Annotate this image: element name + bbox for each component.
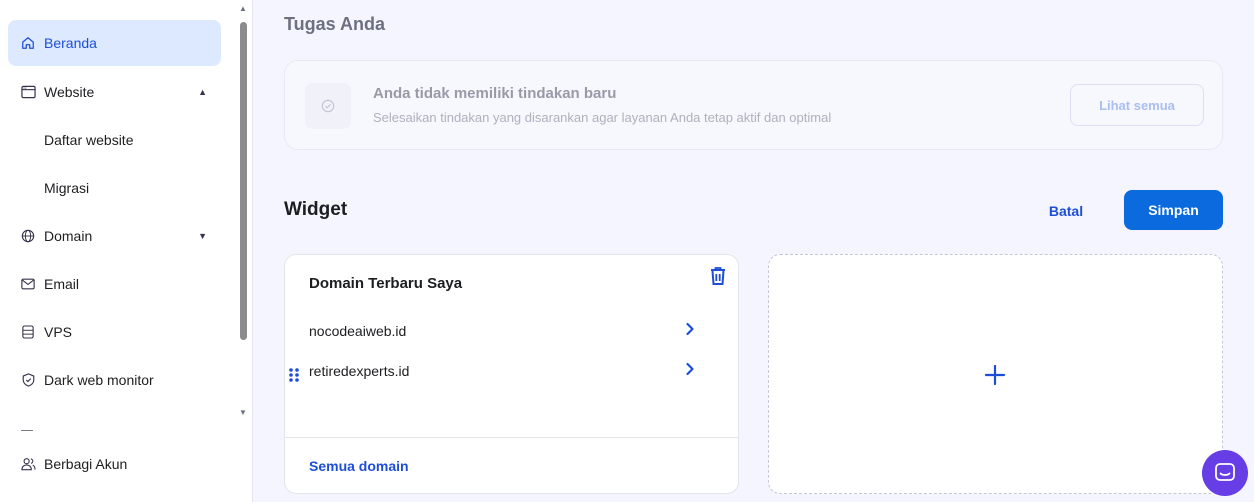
sidebar-item-label: Website: [44, 84, 95, 100]
sidebar-item-beranda[interactable]: Beranda: [8, 20, 221, 66]
sidebar-item-daftar-website[interactable]: Daftar website: [8, 117, 221, 163]
widget-title: Domain Terbaru Saya: [309, 275, 463, 292]
sidebar-scrollbar[interactable]: ▲ ▼: [236, 0, 250, 430]
home-icon: [20, 35, 36, 51]
tasks-empty-card: Anda tidak memiliki tindakan baru Selesa…: [284, 60, 1223, 150]
shield-icon: [20, 372, 36, 388]
domain-name: retiredexperts.id: [309, 363, 410, 379]
tasks-empty-subtitle: Selesaikan tindakan yang disarankan agar…: [373, 110, 832, 125]
chevron-right-icon: [685, 362, 699, 380]
tasks-empty-title: Anda tidak memiliki tindakan baru: [373, 85, 617, 102]
add-widget-slot[interactable]: [768, 254, 1223, 494]
caret-up-icon: ▲: [198, 87, 207, 97]
sidebar-item-email[interactable]: Email: [8, 261, 221, 307]
save-button[interactable]: Simpan: [1124, 190, 1223, 230]
sidebar-item-dark-web-monitor[interactable]: Dark web monitor: [8, 357, 221, 403]
sidebar-item-label: Migrasi: [44, 180, 90, 196]
sidebar-item-website[interactable]: Website ▲: [8, 69, 221, 115]
tasks-section-title: Tugas Anda: [284, 14, 386, 34]
sidebar-item-label: Beranda: [44, 35, 97, 51]
sidebar-item-berbagi-akun[interactable]: Berbagi Akun: [8, 441, 221, 487]
sidebar-item-label: VPS: [44, 324, 73, 340]
recent-domains-widget: Domain Terbaru Saya nocodeaiweb.id retir…: [284, 254, 739, 494]
caret-down-icon: ▼: [198, 231, 207, 241]
plus-icon: [983, 363, 1007, 387]
widget-section-title: Widget: [284, 199, 348, 220]
chat-icon: [1215, 463, 1235, 481]
all-domains-link[interactable]: Semua domain: [309, 458, 409, 474]
view-all-button[interactable]: Lihat semua: [1070, 84, 1204, 126]
sidebar-item-partial[interactable]: [20, 415, 200, 431]
cancel-button[interactable]: Batal: [1036, 200, 1096, 222]
chat-support-button[interactable]: [1202, 450, 1248, 496]
sidebar-item-label: Email: [44, 276, 80, 292]
sidebar-item-label: Daftar website: [44, 132, 134, 148]
domain-row[interactable]: nocodeaiweb.id: [309, 319, 699, 343]
drag-handle-icon[interactable]: [288, 367, 302, 385]
sidebar-item-migrasi[interactable]: Migrasi: [8, 165, 221, 211]
users-icon: [20, 456, 36, 472]
globe-icon: [20, 228, 36, 244]
card-divider: [285, 437, 738, 438]
sidebar-item-vps[interactable]: VPS: [8, 309, 221, 355]
scrollbar-thumb[interactable]: [240, 22, 247, 340]
sidebar-item-label: Domain: [44, 228, 93, 244]
sidebar-item-domain[interactable]: Domain ▼: [8, 213, 221, 259]
browser-icon: [20, 84, 36, 100]
chevron-right-icon: [685, 322, 699, 340]
sidebar-item-label: Dark web monitor: [44, 372, 154, 388]
domain-row[interactable]: retiredexperts.id: [309, 359, 699, 383]
mail-icon: [20, 276, 36, 292]
database-icon: [20, 324, 36, 340]
sidebar-item-label: Berbagi Akun: [44, 456, 128, 472]
domain-name: nocodeaiweb.id: [309, 323, 407, 339]
check-circle-icon: [305, 83, 351, 129]
scroll-down-arrow-icon[interactable]: ▼: [239, 408, 247, 417]
sidebar: Beranda Website ▲ Daftar website Migrasi…: [0, 0, 253, 502]
scroll-up-arrow-icon[interactable]: ▲: [239, 4, 247, 13]
trash-icon[interactable]: [709, 266, 729, 286]
main-content: Tugas Anda Anda tidak memiliki tindakan …: [254, 0, 1254, 502]
